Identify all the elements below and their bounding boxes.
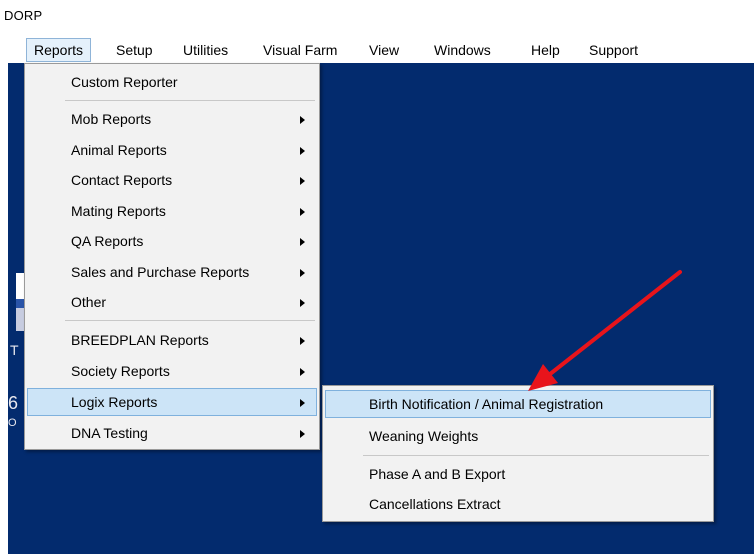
window-title: DORP <box>4 8 43 23</box>
menu-item-label: Mating Reports <box>71 203 166 219</box>
chevron-right-icon <box>300 177 305 185</box>
chevron-right-icon <box>300 147 305 155</box>
menu-support[interactable]: Support <box>582 40 645 60</box>
menu-item-label: Birth Notification / Animal Registration <box>369 396 604 412</box>
menu-item-custom-reporter[interactable]: Custom Reporter <box>27 68 317 96</box>
chevron-right-icon <box>300 208 305 216</box>
menu-item-mating-reports[interactable]: Mating Reports <box>27 197 317 225</box>
chevron-right-icon <box>300 238 305 246</box>
menu-item-label: QA Reports <box>71 233 144 249</box>
menu-item-dna-testing[interactable]: DNA Testing <box>27 419 317 447</box>
menu-item-label: Phase A and B Export <box>369 466 506 482</box>
menu-item-logix-reports[interactable]: Logix Reports <box>27 388 317 416</box>
menu-reports[interactable]: Reports <box>26 38 92 62</box>
chevron-right-icon <box>300 368 305 376</box>
menu-utilities[interactable]: Utilities <box>176 40 235 60</box>
menu-item-label: Cancellations Extract <box>369 496 501 512</box>
title-bar: DORP <box>0 0 754 32</box>
menu-bar: Reports Setup Utilities Visual Farm View… <box>18 37 754 63</box>
menu-item-label: Animal Reports <box>71 142 167 158</box>
workspace-text-fragment: O <box>8 417 17 429</box>
menu-item-society-reports[interactable]: Society Reports <box>27 357 317 385</box>
menu-setup[interactable]: Setup <box>109 40 160 60</box>
menu-item-label: Mob Reports <box>71 111 152 127</box>
menu-item-phase-ab-export[interactable]: Phase A and B Export <box>325 460 711 488</box>
chevron-right-icon <box>300 430 305 438</box>
chevron-right-icon <box>300 399 305 407</box>
menu-separator <box>363 455 709 456</box>
menu-item-label: Logix Reports <box>71 394 158 410</box>
menu-item-breedplan-reports[interactable]: BREEDPLAN Reports <box>27 326 317 354</box>
menu-item-cancellations-extract[interactable]: Cancellations Extract <box>325 490 711 518</box>
menu-item-sales-purchase-reports[interactable]: Sales and Purchase Reports <box>27 258 317 286</box>
menu-help[interactable]: Help <box>524 40 567 60</box>
workspace-text-fragment: T <box>10 342 19 358</box>
menu-item-mob-reports[interactable]: Mob Reports <box>27 105 317 133</box>
menu-windows[interactable]: Windows <box>427 40 498 60</box>
workspace-text-fragment: 6 <box>8 393 19 413</box>
menu-view[interactable]: View <box>362 40 406 60</box>
chevron-right-icon <box>300 299 305 307</box>
menu-item-label: BREEDPLAN Reports <box>71 332 209 348</box>
menu-visual-farm[interactable]: Visual Farm <box>256 40 344 60</box>
menu-separator <box>65 320 315 321</box>
menu-item-label: Weaning Weights <box>369 428 479 444</box>
menu-item-contact-reports[interactable]: Contact Reports <box>27 166 317 194</box>
menu-item-label: Society Reports <box>71 363 170 379</box>
menu-item-animal-reports[interactable]: Animal Reports <box>27 136 317 164</box>
chevron-right-icon <box>300 269 305 277</box>
reports-dropdown-menu: Custom Reporter Mob Reports Animal Repor… <box>24 63 320 450</box>
menu-item-other[interactable]: Other <box>27 288 317 316</box>
chevron-right-icon <box>300 116 305 124</box>
menu-separator <box>65 100 315 101</box>
menu-item-birth-notification[interactable]: Birth Notification / Animal Registration <box>325 390 711 418</box>
menu-item-label: DNA Testing <box>71 425 148 441</box>
menu-item-qa-reports[interactable]: QA Reports <box>27 227 317 255</box>
menu-item-weaning-weights[interactable]: Weaning Weights <box>325 422 711 450</box>
menu-item-label: Other <box>71 294 107 310</box>
menu-item-label: Sales and Purchase Reports <box>71 264 250 280</box>
logix-reports-submenu: Birth Notification / Animal Registration… <box>322 385 714 522</box>
menu-item-label: Custom Reporter <box>71 74 178 90</box>
menu-item-label: Contact Reports <box>71 172 173 188</box>
chevron-right-icon <box>300 337 305 345</box>
